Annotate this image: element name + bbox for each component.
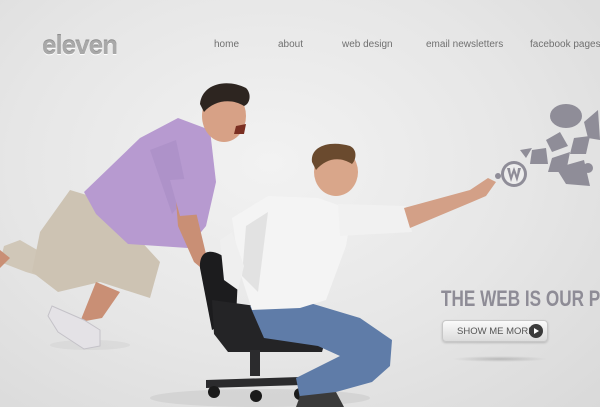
dot-icon bbox=[495, 173, 501, 179]
puzzle-icon bbox=[584, 110, 600, 140]
wordpress-icon bbox=[501, 161, 527, 187]
chevron-right-icon bbox=[529, 324, 543, 338]
pointing-man-figure bbox=[220, 143, 496, 407]
gift-icon bbox=[530, 148, 548, 164]
cta-shadow bbox=[452, 356, 548, 362]
cta-label: SHOW ME MORE bbox=[457, 326, 535, 337]
shape-icon bbox=[546, 132, 568, 152]
hero-heading: THE WEB IS OUR P bbox=[441, 286, 600, 311]
hero-illustration bbox=[0, 83, 600, 407]
page: eleven home about web design email newsl… bbox=[0, 0, 600, 407]
icon-cloud bbox=[495, 104, 600, 187]
dot-icon bbox=[583, 163, 593, 173]
show-me-more-button[interactable]: SHOW ME MORE bbox=[442, 320, 548, 342]
cloud-blob-icon bbox=[550, 104, 582, 128]
cube-icon bbox=[570, 136, 590, 154]
small-shape-icon bbox=[520, 148, 532, 158]
